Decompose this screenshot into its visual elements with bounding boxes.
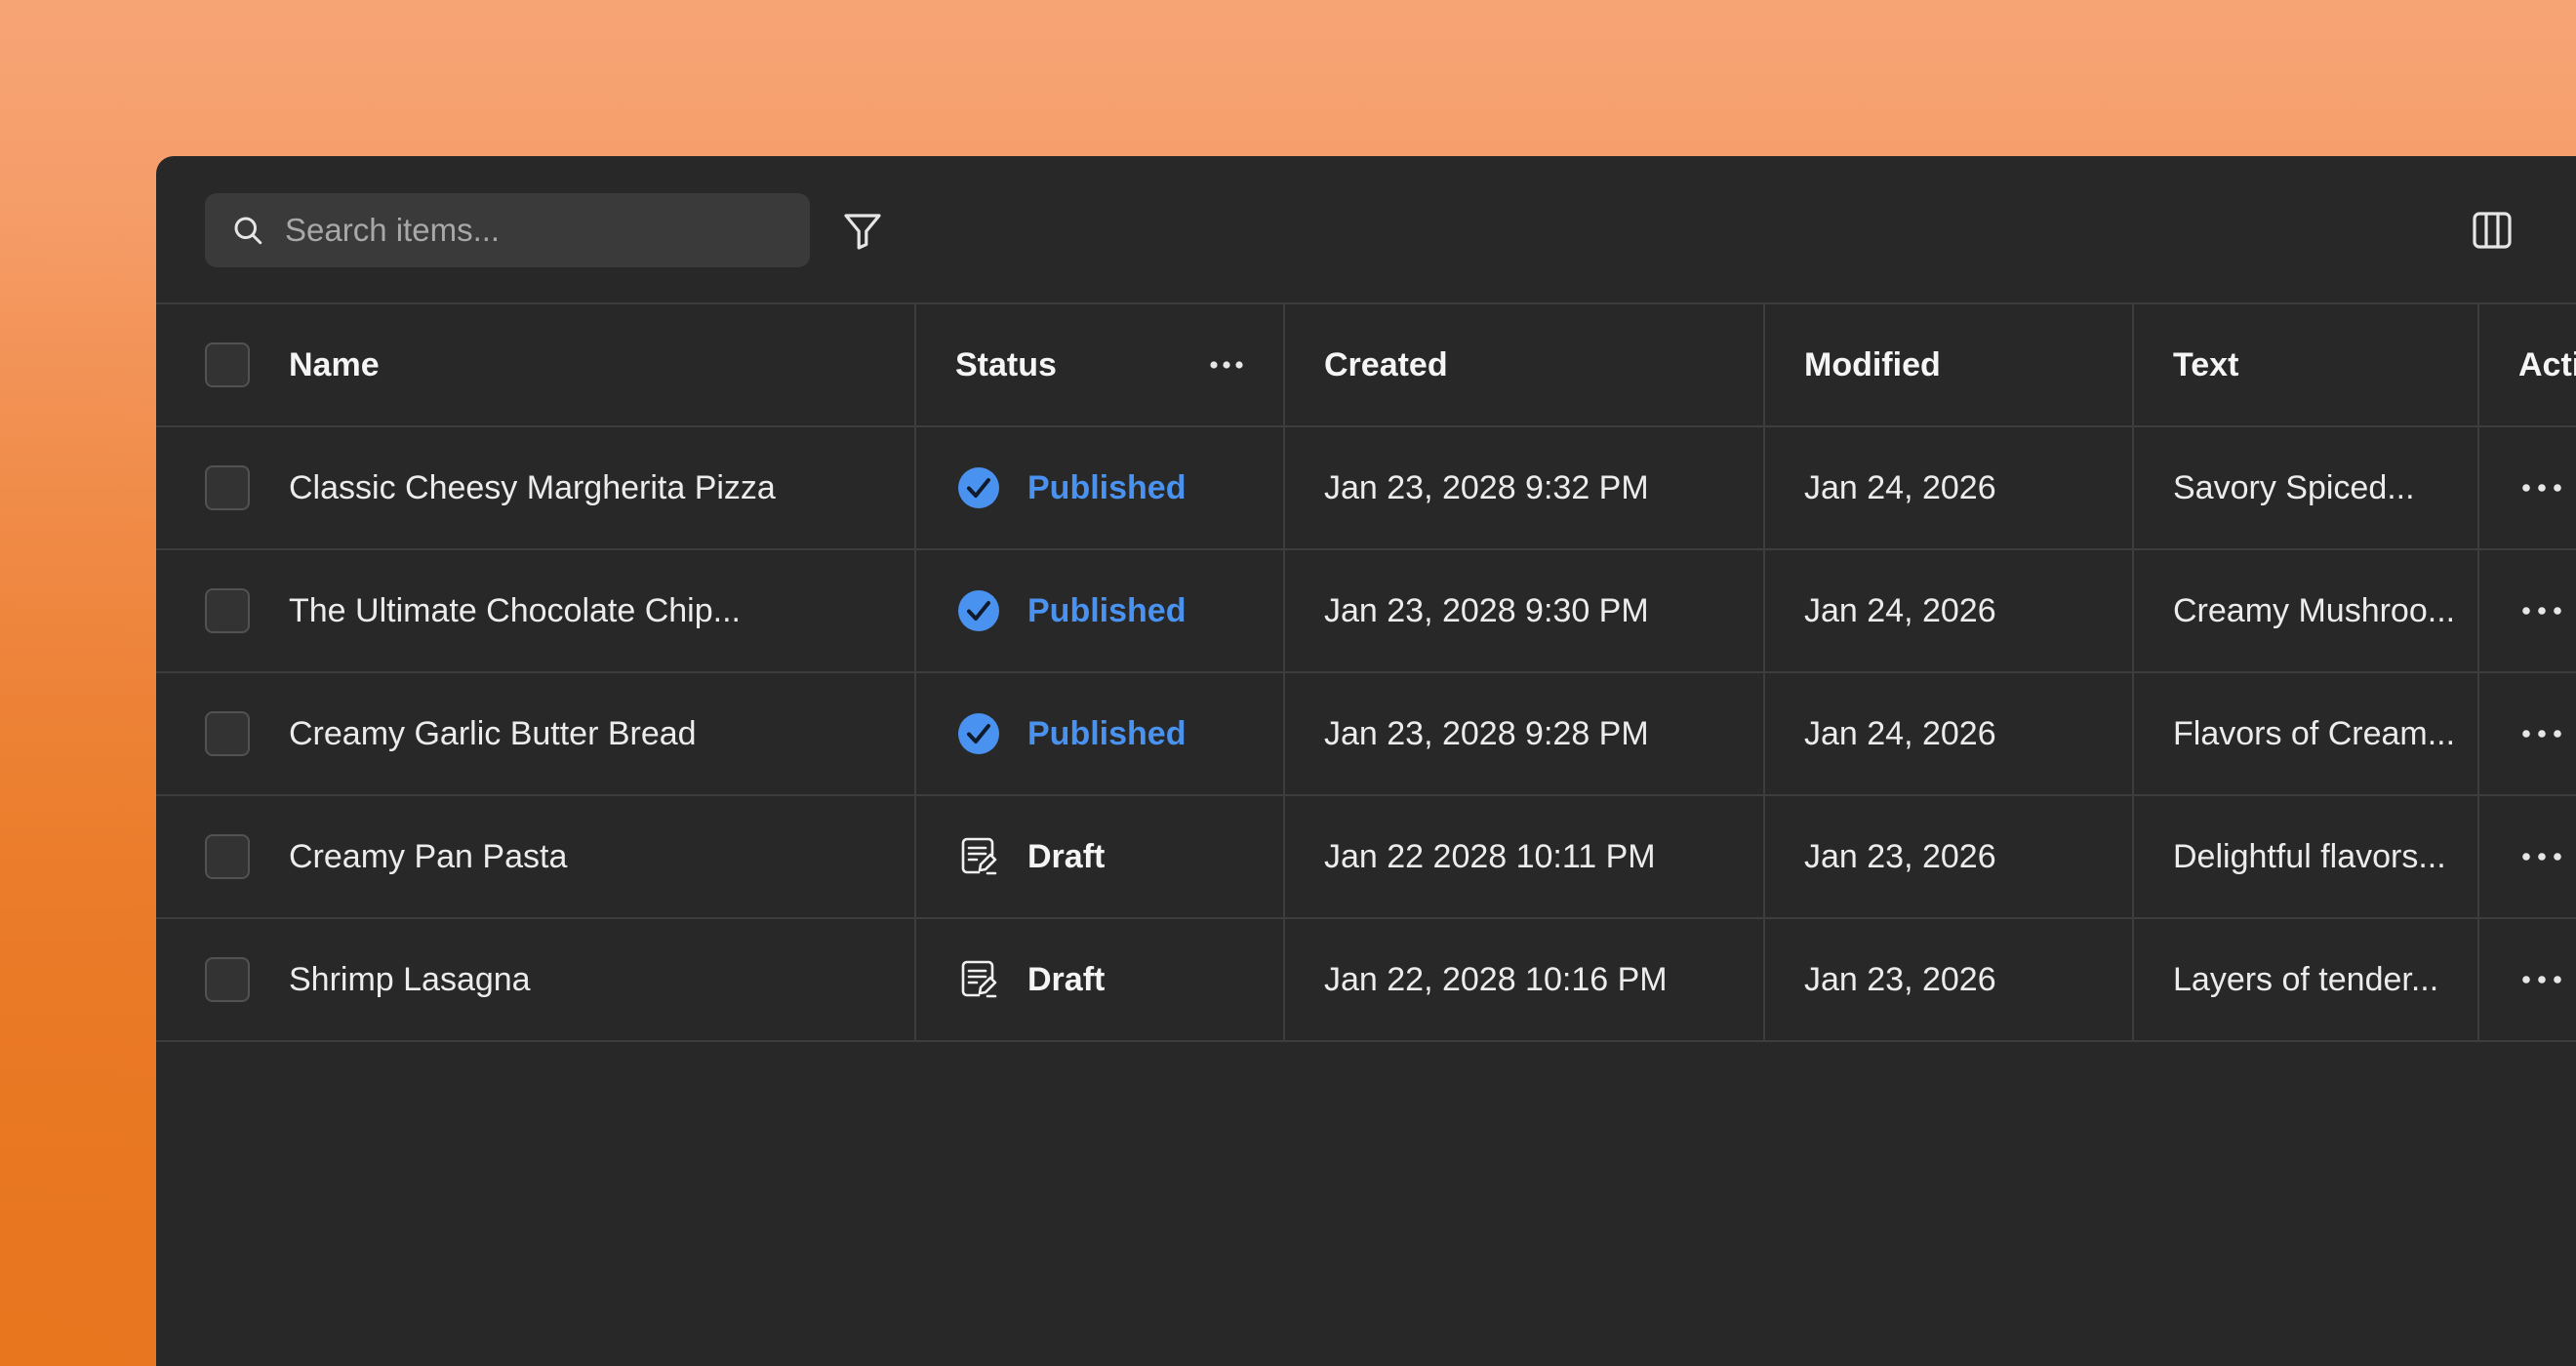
column-header-text[interactable]: Text	[2132, 302, 2478, 427]
item-name: Classic Cheesy Margherita Pizza	[289, 468, 776, 506]
text-preview: Layers of tender...	[2173, 960, 2439, 998]
created-date: Jan 23, 2028 9:30 PM	[1324, 591, 1649, 629]
text-preview: Creamy Mushroo...	[2173, 591, 2456, 629]
row-actions-icon[interactable]	[2518, 847, 2565, 866]
column-header-actions: Actions	[2477, 302, 2576, 427]
row-checkbox[interactable]	[205, 834, 250, 879]
table-row[interactable]: The Ultimate Chocolate Chip... Published…	[156, 548, 2576, 673]
more-options-icon[interactable]	[1207, 350, 1246, 380]
modified-date: Jan 24, 2026	[1804, 714, 1996, 752]
toolbar	[156, 156, 2576, 302]
column-header-created[interactable]: Created	[1283, 302, 1764, 427]
cell-status: Published	[914, 425, 1284, 550]
column-label-text: Text	[2173, 345, 2239, 383]
created-date: Jan 23, 2028 9:32 PM	[1324, 468, 1649, 506]
cell-status: Draft	[914, 794, 1284, 919]
cell-name: The Ultimate Chocolate Chip...	[156, 548, 915, 673]
cell-created: Jan 22, 2028 10:16 PM	[1283, 917, 1764, 1042]
column-header-modified[interactable]: Modified	[1763, 302, 2133, 427]
search-box[interactable]	[205, 193, 810, 267]
cell-modified: Jan 23, 2026	[1763, 917, 2133, 1042]
row-actions-icon[interactable]	[2518, 970, 2565, 989]
items-table: Name Status Created Modified Text Act Cl…	[156, 302, 2576, 1042]
search-input[interactable]	[285, 193, 792, 267]
status-badge: Draft	[1027, 837, 1106, 875]
cell-name: Classic Cheesy Margherita Pizza	[156, 425, 915, 550]
cell-modified: Jan 24, 2026	[1763, 548, 2133, 673]
cell-modified: Jan 24, 2026	[1763, 425, 2133, 550]
column-header-status: Status	[914, 302, 1284, 427]
table-row[interactable]: Creamy Garlic Butter Bread Published Jan…	[156, 671, 2576, 796]
cell-name: Shrimp Lasagna	[156, 917, 915, 1042]
cell-created: Jan 23, 2028 9:32 PM	[1283, 425, 1764, 550]
column-label-modified: Modified	[1804, 345, 1941, 383]
cell-status: Draft	[914, 917, 1284, 1042]
row-checkbox[interactable]	[205, 465, 250, 510]
item-name: Shrimp Lasagna	[289, 960, 531, 998]
row-actions-icon[interactable]	[2518, 601, 2565, 621]
table-row[interactable]: Classic Cheesy Margherita Pizza Publishe…	[156, 425, 2576, 550]
status-badge: Draft	[1027, 960, 1106, 998]
cell-created: Jan 22 2028 10:11 PM	[1283, 794, 1764, 919]
table-row[interactable]: Shrimp Lasagna Draft Jan 22, 2028 10:16 …	[156, 917, 2576, 1042]
text-preview: Savory Spiced...	[2173, 468, 2415, 506]
published-check-icon	[958, 590, 999, 631]
modified-date: Jan 23, 2026	[1804, 837, 1996, 875]
cell-text: Creamy Mushroo...	[2132, 548, 2478, 673]
created-date: Jan 22, 2028 10:16 PM	[1324, 960, 1668, 998]
column-label-name: Name	[289, 345, 380, 383]
text-preview: Flavors of Cream...	[2173, 714, 2456, 752]
draft-document-icon	[961, 960, 997, 998]
cell-status: Published	[914, 548, 1284, 673]
cell-text: Savory Spiced...	[2132, 425, 2478, 550]
column-header-name: Name	[156, 302, 915, 427]
draft-document-icon	[961, 837, 997, 875]
cell-actions	[2477, 671, 2576, 796]
cell-actions	[2477, 425, 2576, 550]
published-check-icon	[958, 467, 999, 508]
items-table-panel: Name Status Created	[156, 156, 2576, 1366]
cell-actions	[2477, 548, 2576, 673]
status-badge: Published	[1027, 714, 1187, 752]
select-all-checkbox[interactable]	[205, 342, 250, 387]
cell-actions	[2477, 917, 2576, 1042]
cell-name: Creamy Garlic Butter Bread	[156, 671, 915, 796]
search-icon	[234, 217, 262, 245]
cell-modified: Jan 23, 2026	[1763, 794, 2133, 919]
column-label-created: Created	[1324, 345, 1448, 383]
created-date: Jan 22 2028 10:11 PM	[1324, 837, 1656, 875]
cell-created: Jan 23, 2028 9:28 PM	[1283, 671, 1764, 796]
created-date: Jan 23, 2028 9:28 PM	[1324, 714, 1649, 752]
cell-actions	[2477, 794, 2576, 919]
row-checkbox[interactable]	[205, 711, 250, 756]
status-badge: Published	[1027, 591, 1187, 629]
modified-date: Jan 23, 2026	[1804, 960, 1996, 998]
row-checkbox[interactable]	[205, 588, 250, 633]
cell-created: Jan 23, 2028 9:30 PM	[1283, 548, 1764, 673]
published-check-icon	[958, 713, 999, 754]
row-actions-icon[interactable]	[2518, 478, 2565, 498]
text-preview: Delightful flavors...	[2173, 837, 2446, 875]
column-label-status: Status	[955, 345, 1057, 383]
columns-icon[interactable]	[2469, 207, 2516, 254]
table-row[interactable]: Creamy Pan Pasta Draft Jan 22 2028 10:11…	[156, 794, 2576, 919]
modified-date: Jan 24, 2026	[1804, 468, 1996, 506]
cell-modified: Jan 24, 2026	[1763, 671, 2133, 796]
row-checkbox[interactable]	[205, 957, 250, 1002]
item-name: Creamy Pan Pasta	[289, 837, 568, 875]
cell-name: Creamy Pan Pasta	[156, 794, 915, 919]
column-label-actions: Actions	[2518, 345, 2576, 383]
item-name: Creamy Garlic Butter Bread	[289, 714, 697, 752]
item-name: The Ultimate Chocolate Chip...	[289, 591, 741, 629]
row-actions-icon[interactable]	[2518, 724, 2565, 743]
table-header-row: Name Status Created Modified Text Act	[156, 302, 2576, 427]
cell-status: Published	[914, 671, 1284, 796]
status-badge: Published	[1027, 468, 1187, 506]
cell-text: Layers of tender...	[2132, 917, 2478, 1042]
filter-icon[interactable]	[839, 207, 886, 254]
modified-date: Jan 24, 2026	[1804, 591, 1996, 629]
cell-text: Delightful flavors...	[2132, 794, 2478, 919]
cell-text: Flavors of Cream...	[2132, 671, 2478, 796]
